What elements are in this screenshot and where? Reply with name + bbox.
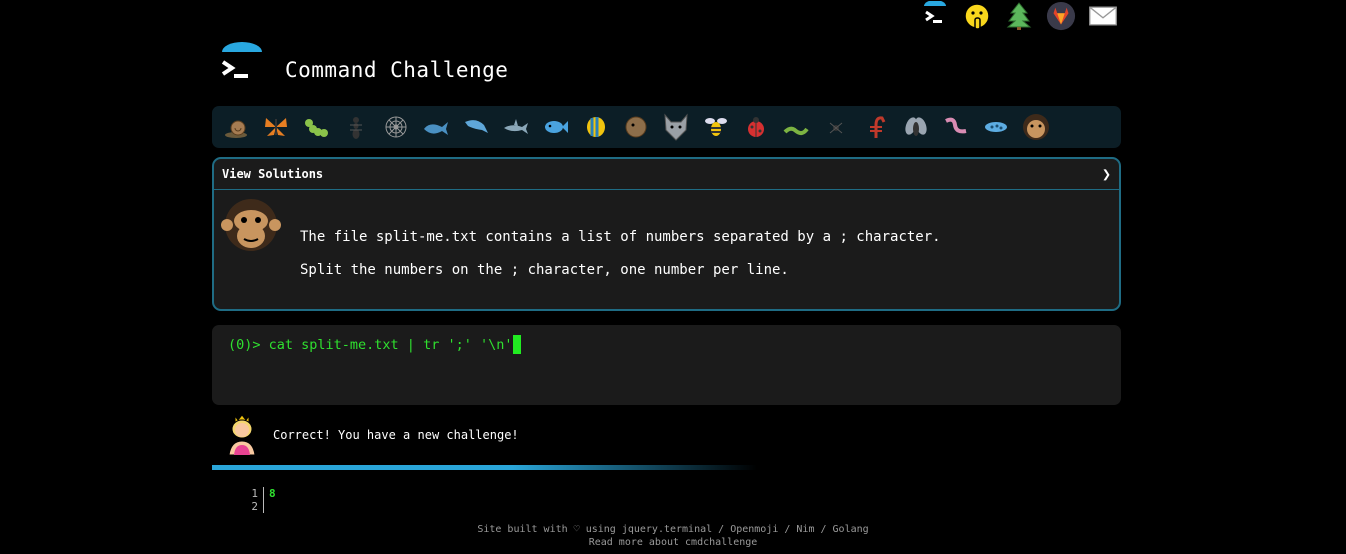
ladybug-icon[interactable]: [740, 111, 772, 143]
envelope-icon[interactable]: [1088, 1, 1118, 31]
view-solutions-label: View Solutions: [222, 167, 324, 181]
bee-icon[interactable]: [700, 111, 732, 143]
footer: Site built with ♡ using jquery.terminal …: [0, 523, 1346, 549]
shark-icon[interactable]: [500, 111, 532, 143]
footer-credits: Site built with ♡ using jquery.terminal …: [477, 524, 869, 535]
footer-read-more-link[interactable]: Read more about cmdchallenge: [0, 536, 1346, 549]
chevron-right-icon[interactable]: ❯: [1102, 165, 1111, 183]
challenge-panel: View Solutions ❯ The file split-me.txt c…: [212, 157, 1121, 311]
challenge-progress-bar: [212, 465, 757, 470]
wolf-icon[interactable]: [660, 111, 692, 143]
cmd-logo-icon[interactable]: [920, 1, 950, 31]
output-text: 8: [269, 487, 276, 500]
challenge-emoji-bar: [212, 106, 1121, 148]
view-solutions-toggle[interactable]: View Solutions ❯: [214, 159, 1119, 190]
page-title: Command Challenge: [285, 58, 509, 82]
gitlab-icon[interactable]: [1046, 1, 1076, 31]
terminal-input-line[interactable]: (0)> cat split-me.txt | tr ';' '\n': [228, 335, 1105, 354]
shushing-face-icon[interactable]: [962, 1, 992, 31]
pufferfish-icon[interactable]: [620, 111, 652, 143]
terminal-prompt: (0)>: [228, 336, 269, 353]
challenge-line-2: Split the numbers on the ; character, on…: [300, 262, 789, 278]
output-line: 1 8: [246, 487, 276, 500]
chimpanzee-avatar-icon: [220, 195, 282, 257]
fly-icon[interactable]: [900, 111, 932, 143]
chimpanzee-icon[interactable]: [1020, 111, 1052, 143]
cmdchallenge-logo-icon: [220, 42, 264, 86]
ant-icon[interactable]: [340, 111, 372, 143]
butterfly-icon[interactable]: [260, 111, 292, 143]
result-message: Correct! You have a new challenge!: [273, 428, 519, 442]
terminal-cursor: [513, 335, 522, 354]
earthworm-icon[interactable]: [940, 111, 972, 143]
line-number: 1: [246, 487, 264, 500]
spider-icon[interactable]: [820, 111, 852, 143]
princess-avatar-icon: [225, 413, 259, 456]
scorpion-icon[interactable]: [860, 111, 892, 143]
microbe-icon[interactable]: [980, 111, 1012, 143]
tropical-fish-icon[interactable]: [580, 111, 612, 143]
terminal-command[interactable]: cat split-me.txt | tr ';' '\n': [269, 337, 513, 353]
fish-icon[interactable]: [540, 111, 572, 143]
line-number: 2: [246, 500, 264, 513]
terminal[interactable]: (0)> cat split-me.txt | tr ';' '\n': [212, 325, 1121, 405]
caterpillar-icon[interactable]: [300, 111, 332, 143]
whale-icon[interactable]: [420, 111, 452, 143]
output-line: 2: [246, 500, 276, 513]
worm-icon[interactable]: [780, 111, 812, 143]
tree-icon[interactable]: [1004, 1, 1034, 31]
challenge-description: The file split-me.txt contains a list of…: [300, 221, 941, 287]
command-output: 1 8 2: [246, 487, 276, 513]
spider-web-icon[interactable]: [380, 111, 412, 143]
dolphin-icon[interactable]: [460, 111, 492, 143]
challenge-line-1: The file split-me.txt contains a list of…: [300, 229, 941, 245]
top-icon-bar: [920, 0, 1118, 32]
snail-icon[interactable]: [220, 111, 252, 143]
